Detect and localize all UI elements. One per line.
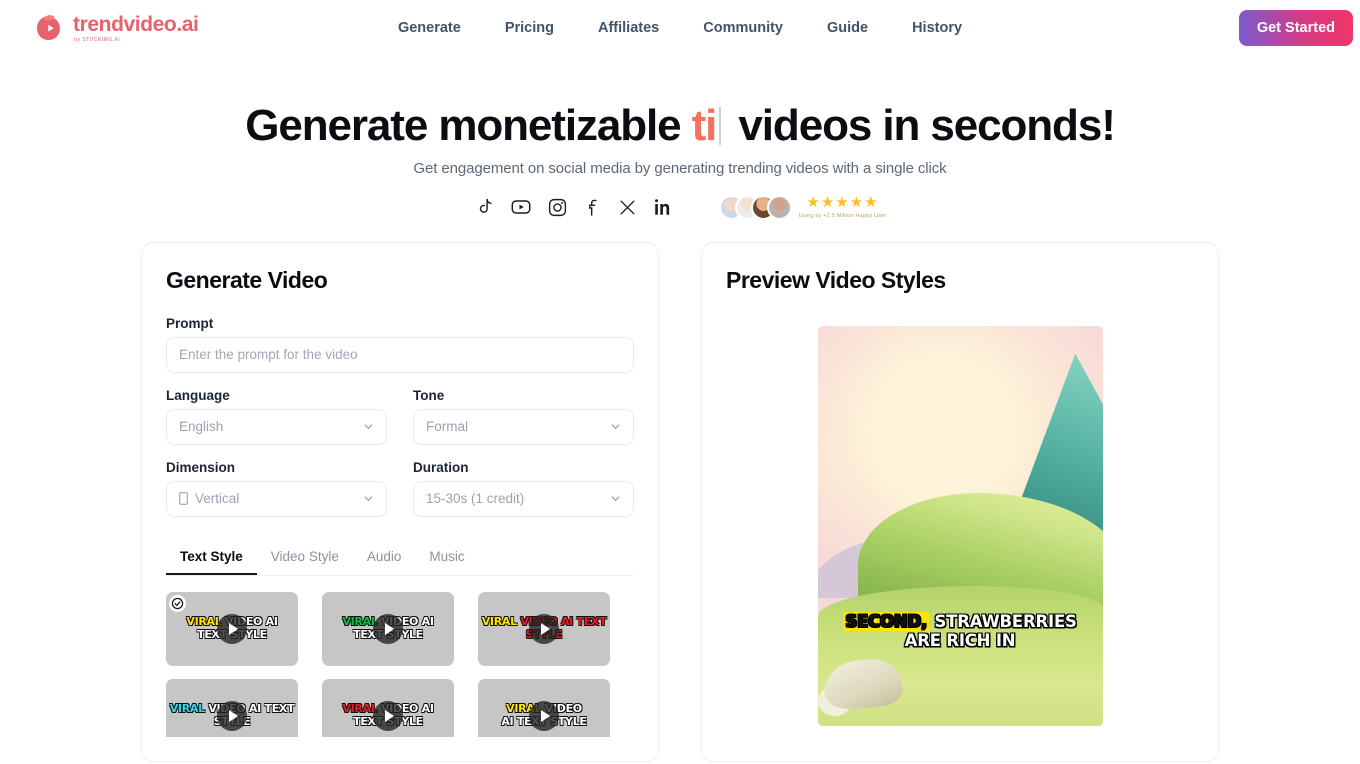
chevron-down-icon xyxy=(611,424,620,430)
text-style-thumbnail[interactable]: VIRAL VIDEOAI TEXT STYLE xyxy=(478,678,610,737)
trendvideo-logo-icon xyxy=(34,13,64,43)
nav-item-affiliates[interactable]: Affiliates xyxy=(598,20,659,36)
youtube-icon[interactable] xyxy=(510,196,532,218)
text-style-thumbnail[interactable]: VIRAL VIDEO AI TEXT STYLE xyxy=(322,591,454,666)
tone-value: Formal xyxy=(426,419,469,435)
play-icon[interactable] xyxy=(529,700,559,731)
text-style-gallery: VIRAL VIDEO AI TEXT STYLE VIRAL VIDEO AI TE… xyxy=(166,591,634,737)
x-icon[interactable] xyxy=(618,198,637,217)
panels-container: Generate Video Prompt Language English T… xyxy=(0,241,1360,762)
duration-select[interactable]: 15-30s (1 credit) xyxy=(413,480,634,517)
tone-select[interactable]: Formal xyxy=(413,408,634,445)
avatar-group xyxy=(718,194,792,220)
hero-typed-word: ti xyxy=(691,101,718,150)
play-icon[interactable] xyxy=(217,700,247,731)
proof-caption: Using by +2.5 Million Happy User xyxy=(798,213,887,220)
vertical-phone-icon xyxy=(179,492,188,505)
play-icon[interactable] xyxy=(217,613,247,644)
hero-section: Generate monetizable ti videos in second… xyxy=(0,101,1360,220)
language-select[interactable]: English xyxy=(166,408,387,445)
prompt-label: Prompt xyxy=(166,315,214,331)
logo-text: trendvideo.ai xyxy=(73,12,199,36)
facebook-icon[interactable] xyxy=(583,197,603,218)
site-header: trendvideo.ai by STOCKIMG.AI Generate Pr… xyxy=(0,0,1360,56)
social-proof-row: ★★★★★ Using by +2.5 Million Happy User xyxy=(0,194,1360,220)
rating-stars: ★★★★★ xyxy=(806,194,879,212)
preview-panel-title: Preview Video Styles xyxy=(726,266,946,293)
caption-rest: STRAWBERRIES xyxy=(928,611,1077,631)
chevron-down-icon xyxy=(364,496,373,502)
nav-item-guide[interactable]: Guide xyxy=(827,20,868,36)
tab-music[interactable]: Music xyxy=(415,541,478,575)
prompt-input[interactable] xyxy=(166,336,634,373)
main-navigation: Generate Pricing Affiliates Community Gu… xyxy=(398,20,962,36)
dimension-label: Dimension xyxy=(166,459,236,475)
duration-value: 15-30s (1 credit) xyxy=(426,491,525,507)
text-style-thumbnail[interactable]: VIRAL VIDEO AI TEXT STYLE xyxy=(166,591,298,666)
dimension-select[interactable]: Vertical xyxy=(166,480,387,517)
typing-caret-icon xyxy=(719,107,722,145)
style-tabs: Text Style Video Style Audio Music xyxy=(166,541,634,576)
dimension-value: Vertical xyxy=(195,491,240,507)
nav-item-pricing[interactable]: Pricing xyxy=(505,20,554,36)
tiktok-icon[interactable] xyxy=(474,197,495,218)
tab-video-style[interactable]: Video Style xyxy=(257,541,353,575)
tone-label: Tone xyxy=(413,387,445,403)
caption-highlight: SECOND, xyxy=(843,611,929,631)
logo-subtitle: by STOCKIMG.AI xyxy=(74,36,121,43)
hero-heading-prefix: Generate monetizable xyxy=(245,101,692,150)
text-style-thumbnail[interactable]: VIRAL VIDEO AI TEXTSTYLE xyxy=(478,591,610,666)
video-preview[interactable]: SECOND, STRAWBERRIES ARE RICH IN xyxy=(817,325,1103,726)
chevron-down-icon xyxy=(611,496,620,502)
avatar xyxy=(766,194,792,220)
video-caption: SECOND, STRAWBERRIES ARE RICH IN xyxy=(818,611,1103,651)
logo[interactable]: trendvideo.ai by STOCKIMG.AI xyxy=(34,13,199,43)
preview-video-panel: Preview Video Styles SECOND, STRAWBERRIE… xyxy=(701,241,1219,762)
tab-audio[interactable]: Audio xyxy=(353,541,416,575)
generate-panel-title: Generate Video xyxy=(166,266,328,293)
hero-heading-suffix: videos in seconds! xyxy=(727,101,1115,150)
text-style-thumbnail[interactable]: VIRAL VIDEO AI TEXT STYLE xyxy=(322,678,454,737)
hero-subtitle: Get engagement on social media by genera… xyxy=(413,159,947,177)
play-icon[interactable] xyxy=(373,613,403,644)
nav-item-history[interactable]: History xyxy=(912,20,962,36)
nav-item-generate[interactable]: Generate xyxy=(398,20,461,36)
instagram-icon[interactable] xyxy=(547,197,568,218)
linkedin-icon[interactable] xyxy=(652,197,673,218)
testimonial-proof: ★★★★★ Using by +2.5 Million Happy User xyxy=(718,194,887,220)
generate-video-panel: Generate Video Prompt Language English T… xyxy=(141,241,659,762)
text-style-thumbnail[interactable]: VIRAL VIDEO AI TEXTSTYLE xyxy=(166,678,298,737)
language-label: Language xyxy=(166,387,230,403)
social-icons xyxy=(474,196,673,218)
play-icon[interactable] xyxy=(529,613,559,644)
get-started-button[interactable]: Get Started xyxy=(1238,10,1353,46)
selected-check-icon xyxy=(169,594,186,612)
chevron-down-icon xyxy=(364,424,373,430)
hero-heading: Generate monetizable ti videos in second… xyxy=(0,101,1360,150)
play-icon[interactable] xyxy=(373,700,403,731)
duration-label: Duration xyxy=(413,459,469,475)
language-value: English xyxy=(179,419,224,435)
nav-item-community[interactable]: Community xyxy=(703,20,783,36)
caption-line2: ARE RICH IN xyxy=(904,631,1016,651)
tab-text-style[interactable]: Text Style xyxy=(166,541,257,575)
